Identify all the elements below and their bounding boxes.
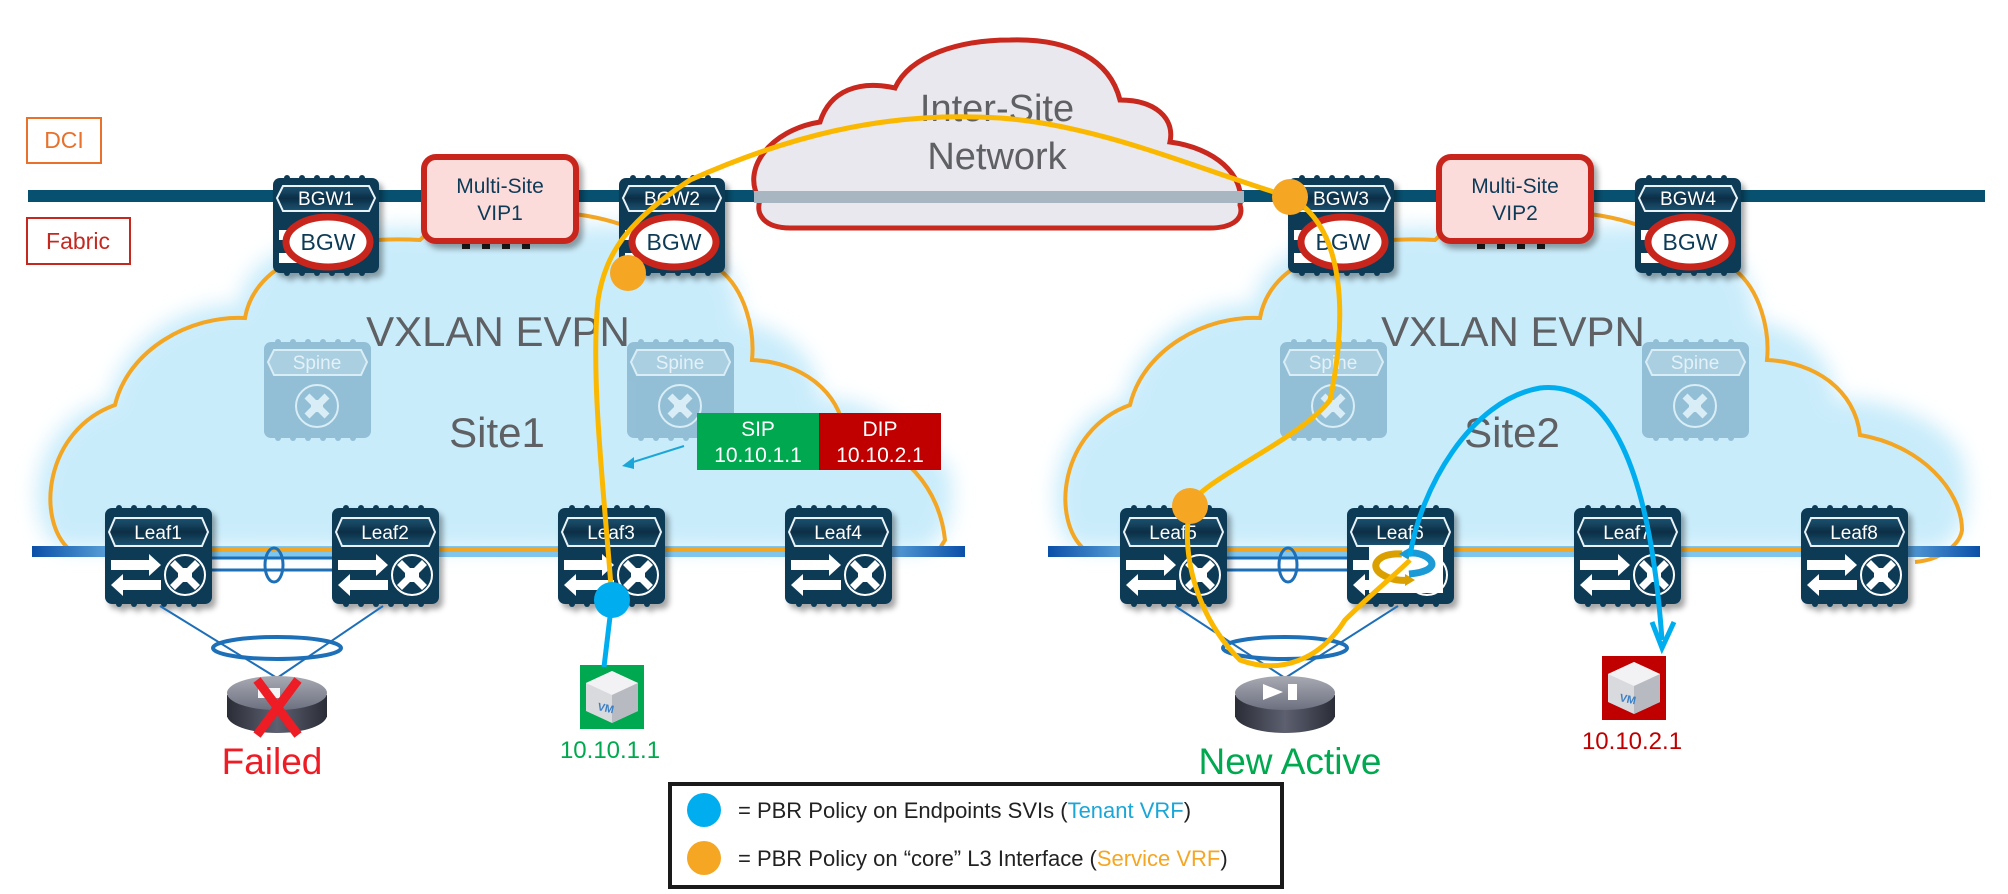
site1-service-node[interactable] [227, 676, 327, 738]
site1-service-uplinks [159, 605, 384, 679]
spine-label: Spine [1671, 353, 1720, 374]
pbr-marker-service-leaf5[interactable] [1172, 488, 1208, 524]
dip-label: DIP [862, 418, 897, 441]
leaf-label: Leaf7 [1603, 523, 1651, 544]
diagram-canvas: VM DCI Fabric Inter-Site Network VXLAN E… [26, 37, 1985, 889]
vip-line1: Multi-Site [456, 175, 544, 198]
site1-bgw1[interactable]: BGW1 BGW [273, 175, 379, 276]
spine-label: Spine [656, 353, 705, 374]
leaf-label: Leaf2 [361, 523, 409, 544]
fabric-label-text: Fabric [46, 228, 110, 254]
leaf-label: Leaf3 [587, 523, 635, 544]
site2-spine-2[interactable]: Spine [1642, 339, 1749, 441]
site1-fabric-name: VXLAN EVPN [366, 308, 630, 355]
bgw-label: BGW4 [1660, 189, 1716, 210]
legend-marker-tenant-icon [687, 793, 721, 827]
site1-multisite-vip[interactable]: Multi-Site VIP1 [421, 154, 579, 249]
site1-fabric-outline-bottom [150, 547, 870, 552]
sip-value: 10.10.1.1 [714, 444, 802, 467]
bgw-label: BGW1 [298, 189, 354, 210]
sip-label: SIP [741, 418, 775, 441]
site2-leaf8[interactable]: Leaf8 [1801, 505, 1908, 607]
dci-zone-label: DCI [26, 117, 102, 164]
legend-text-tenant: = PBR Policy on Endpoints SVIs (Tenant V… [738, 798, 1191, 823]
legend: = PBR Policy on Endpoints SVIs (Tenant V… [668, 782, 1284, 889]
site1-endpoint-ip: 10.10.1.1 [560, 737, 660, 764]
dip-value: 10.10.2.1 [836, 444, 924, 467]
dci-label-text: DCI [44, 127, 84, 153]
site2-fabric-name: VXLAN EVPN [1381, 308, 1645, 355]
legend-item-tenant: = PBR Policy on Endpoints SVIs (Tenant V… [687, 793, 1191, 827]
service-node-status-new-active: New Active [1198, 741, 1381, 782]
site1-spine-1[interactable]: Spine [264, 339, 371, 441]
legend-item-service: = PBR Policy on “core” L3 Interface (Ser… [687, 841, 1228, 875]
site1-fabric-cloud [37, 209, 952, 552]
site2-service-node[interactable] [1235, 676, 1335, 733]
site2-site-name: Site2 [1464, 409, 1560, 456]
inter-site-line2: Network [927, 136, 1067, 178]
site2-endpoint-vm[interactable] [1602, 656, 1666, 720]
legend-text-service: = PBR Policy on “core” L3 Interface (Ser… [738, 846, 1228, 871]
site1-leaf1[interactable]: Leaf1 [105, 505, 212, 607]
site2-leaf5[interactable]: Leaf5 [1120, 505, 1227, 607]
spine-label: Spine [293, 353, 342, 374]
vip-line2: VIP2 [1492, 202, 1538, 225]
fabric-zone-label: Fabric [26, 217, 131, 265]
bgw-badge: BGW [647, 229, 702, 255]
bgw-label: BGW3 [1313, 189, 1369, 210]
leaf-label: Leaf1 [134, 523, 182, 544]
site2-multisite-vip[interactable]: Multi-Site VIP2 [1436, 154, 1594, 249]
site2-leaf7[interactable]: Leaf7 [1574, 505, 1681, 607]
leaf-label: Leaf4 [814, 523, 862, 544]
site1-leaf4[interactable]: Leaf4 [785, 505, 892, 607]
bgw-badge: BGW [301, 229, 356, 255]
site2-fabric-outline-bottom [1165, 547, 1885, 552]
vip-line1: Multi-Site [1471, 175, 1559, 198]
pbr-marker-tenant-leaf3[interactable] [594, 582, 630, 618]
bgw-badge: BGW [1663, 229, 1718, 255]
service-node-status-failed: Failed [222, 741, 323, 782]
site1-endpoint-vm[interactable] [580, 665, 644, 729]
legend-marker-service-icon [687, 841, 721, 875]
pbr-marker-service-bgw2[interactable] [610, 255, 646, 291]
site1-site-name: Site1 [449, 409, 545, 456]
pbr-marker-service-bgw3[interactable] [1272, 179, 1308, 215]
leaf-label: Leaf8 [1830, 523, 1878, 544]
vip-line2: VIP1 [477, 202, 523, 225]
site1-leaf2[interactable]: Leaf2 [332, 505, 439, 607]
site2-bgw4[interactable]: BGW4 BGW [1635, 175, 1741, 276]
site2-leaf6[interactable]: Leaf6 [1347, 505, 1454, 607]
site2-endpoint-ip: 10.10.2.1 [1582, 728, 1682, 755]
